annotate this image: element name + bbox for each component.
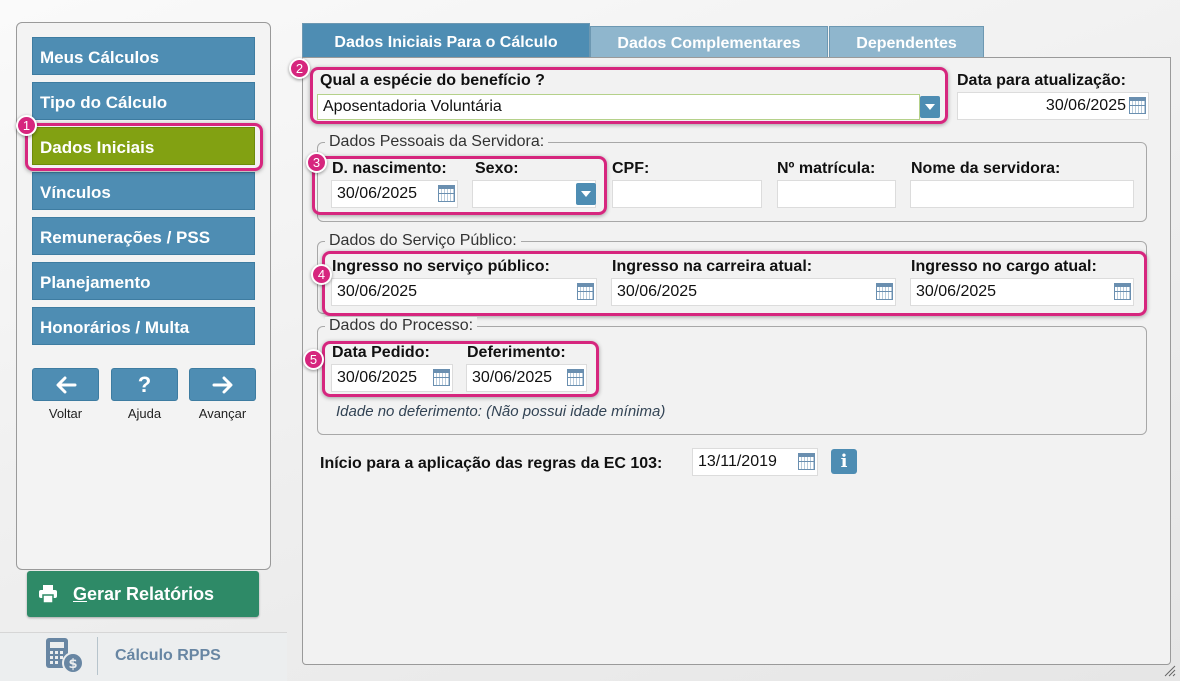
arrow-right-icon xyxy=(212,376,232,394)
highlight-4 xyxy=(322,251,1147,316)
annotation-badge-2: 2 xyxy=(289,58,310,79)
idade-note: Idade no deferimento: (Não possui idade … xyxy=(336,403,666,420)
sidebar-item-meus-calculos[interactable]: Meus Cálculos xyxy=(32,37,255,75)
brand-name: Cálculo RPPS xyxy=(115,647,221,664)
sidebar-item-vinculos[interactable]: Vínculos xyxy=(32,172,255,210)
annotation-badge-4: 4 xyxy=(311,264,332,285)
ec103-label: Início para a aplicação das regras da EC… xyxy=(320,455,663,472)
help-button[interactable]: ? xyxy=(111,368,178,401)
highlight-5 xyxy=(322,341,599,397)
calendar-icon[interactable] xyxy=(798,453,815,470)
nome-input[interactable] xyxy=(910,180,1134,208)
printer-icon xyxy=(39,585,57,604)
nome-label: Nome da servidora: xyxy=(911,160,1061,177)
help-label: Ajuda xyxy=(127,406,162,421)
matricula-label: Nº matrícula: xyxy=(777,160,876,177)
sidebar-item-remuneracoes[interactable]: Remunerações / PSS xyxy=(32,217,255,255)
highlight-1 xyxy=(25,123,263,171)
generate-reports-button[interactable]: Gerar Relatórios xyxy=(27,571,259,617)
resize-grip-icon[interactable] xyxy=(1162,663,1176,677)
sidebar-item-planejamento[interactable]: Planejamento xyxy=(32,262,255,300)
pessoais-legend: Dados Pessoais da Servidora: xyxy=(325,133,549,151)
matricula-input[interactable] xyxy=(777,180,896,208)
info-button[interactable]: i xyxy=(831,449,857,474)
sidebar-item-honorarios[interactable]: Honorários / Multa xyxy=(32,307,255,345)
annotation-badge-5: 5 xyxy=(303,349,324,370)
sidebar-item-tipo-calculo[interactable]: Tipo do Cálculo xyxy=(32,82,255,120)
report-hotkey: G xyxy=(73,584,88,604)
atualizacao-input[interactable]: 30/06/2025 xyxy=(957,92,1149,120)
cpf-input[interactable] xyxy=(612,180,762,208)
arrow-left-icon xyxy=(56,376,76,394)
calendar-icon[interactable] xyxy=(1129,97,1146,114)
next-label: Avançar xyxy=(198,406,247,421)
atualizacao-label: Data para atualização: xyxy=(957,72,1126,89)
cpf-label: CPF: xyxy=(612,160,650,177)
tab-dados-complementares[interactable]: Dados Complementares xyxy=(590,26,828,57)
tab-dados-iniciais[interactable]: Dados Iniciais Para o Cálculo xyxy=(302,23,590,58)
report-label: erar Relatórios xyxy=(87,584,215,604)
annotation-badge-3: 3 xyxy=(306,152,327,173)
brand-separator xyxy=(97,637,98,675)
svg-text:$: $ xyxy=(68,657,77,672)
processo-legend: Dados do Processo: xyxy=(325,317,478,335)
tab-dependentes[interactable]: Dependentes xyxy=(829,26,984,57)
calculator-money-icon: $ xyxy=(46,638,84,674)
highlight-2 xyxy=(310,67,948,124)
back-label: Voltar xyxy=(48,406,83,421)
back-button[interactable] xyxy=(32,368,99,401)
annotation-badge-1: 1 xyxy=(16,115,37,136)
servico-legend: Dados do Serviço Público: xyxy=(325,232,521,250)
highlight-3 xyxy=(312,156,607,215)
question-icon: ? xyxy=(137,372,152,397)
info-icon: i xyxy=(840,451,848,472)
next-button[interactable] xyxy=(189,368,256,401)
